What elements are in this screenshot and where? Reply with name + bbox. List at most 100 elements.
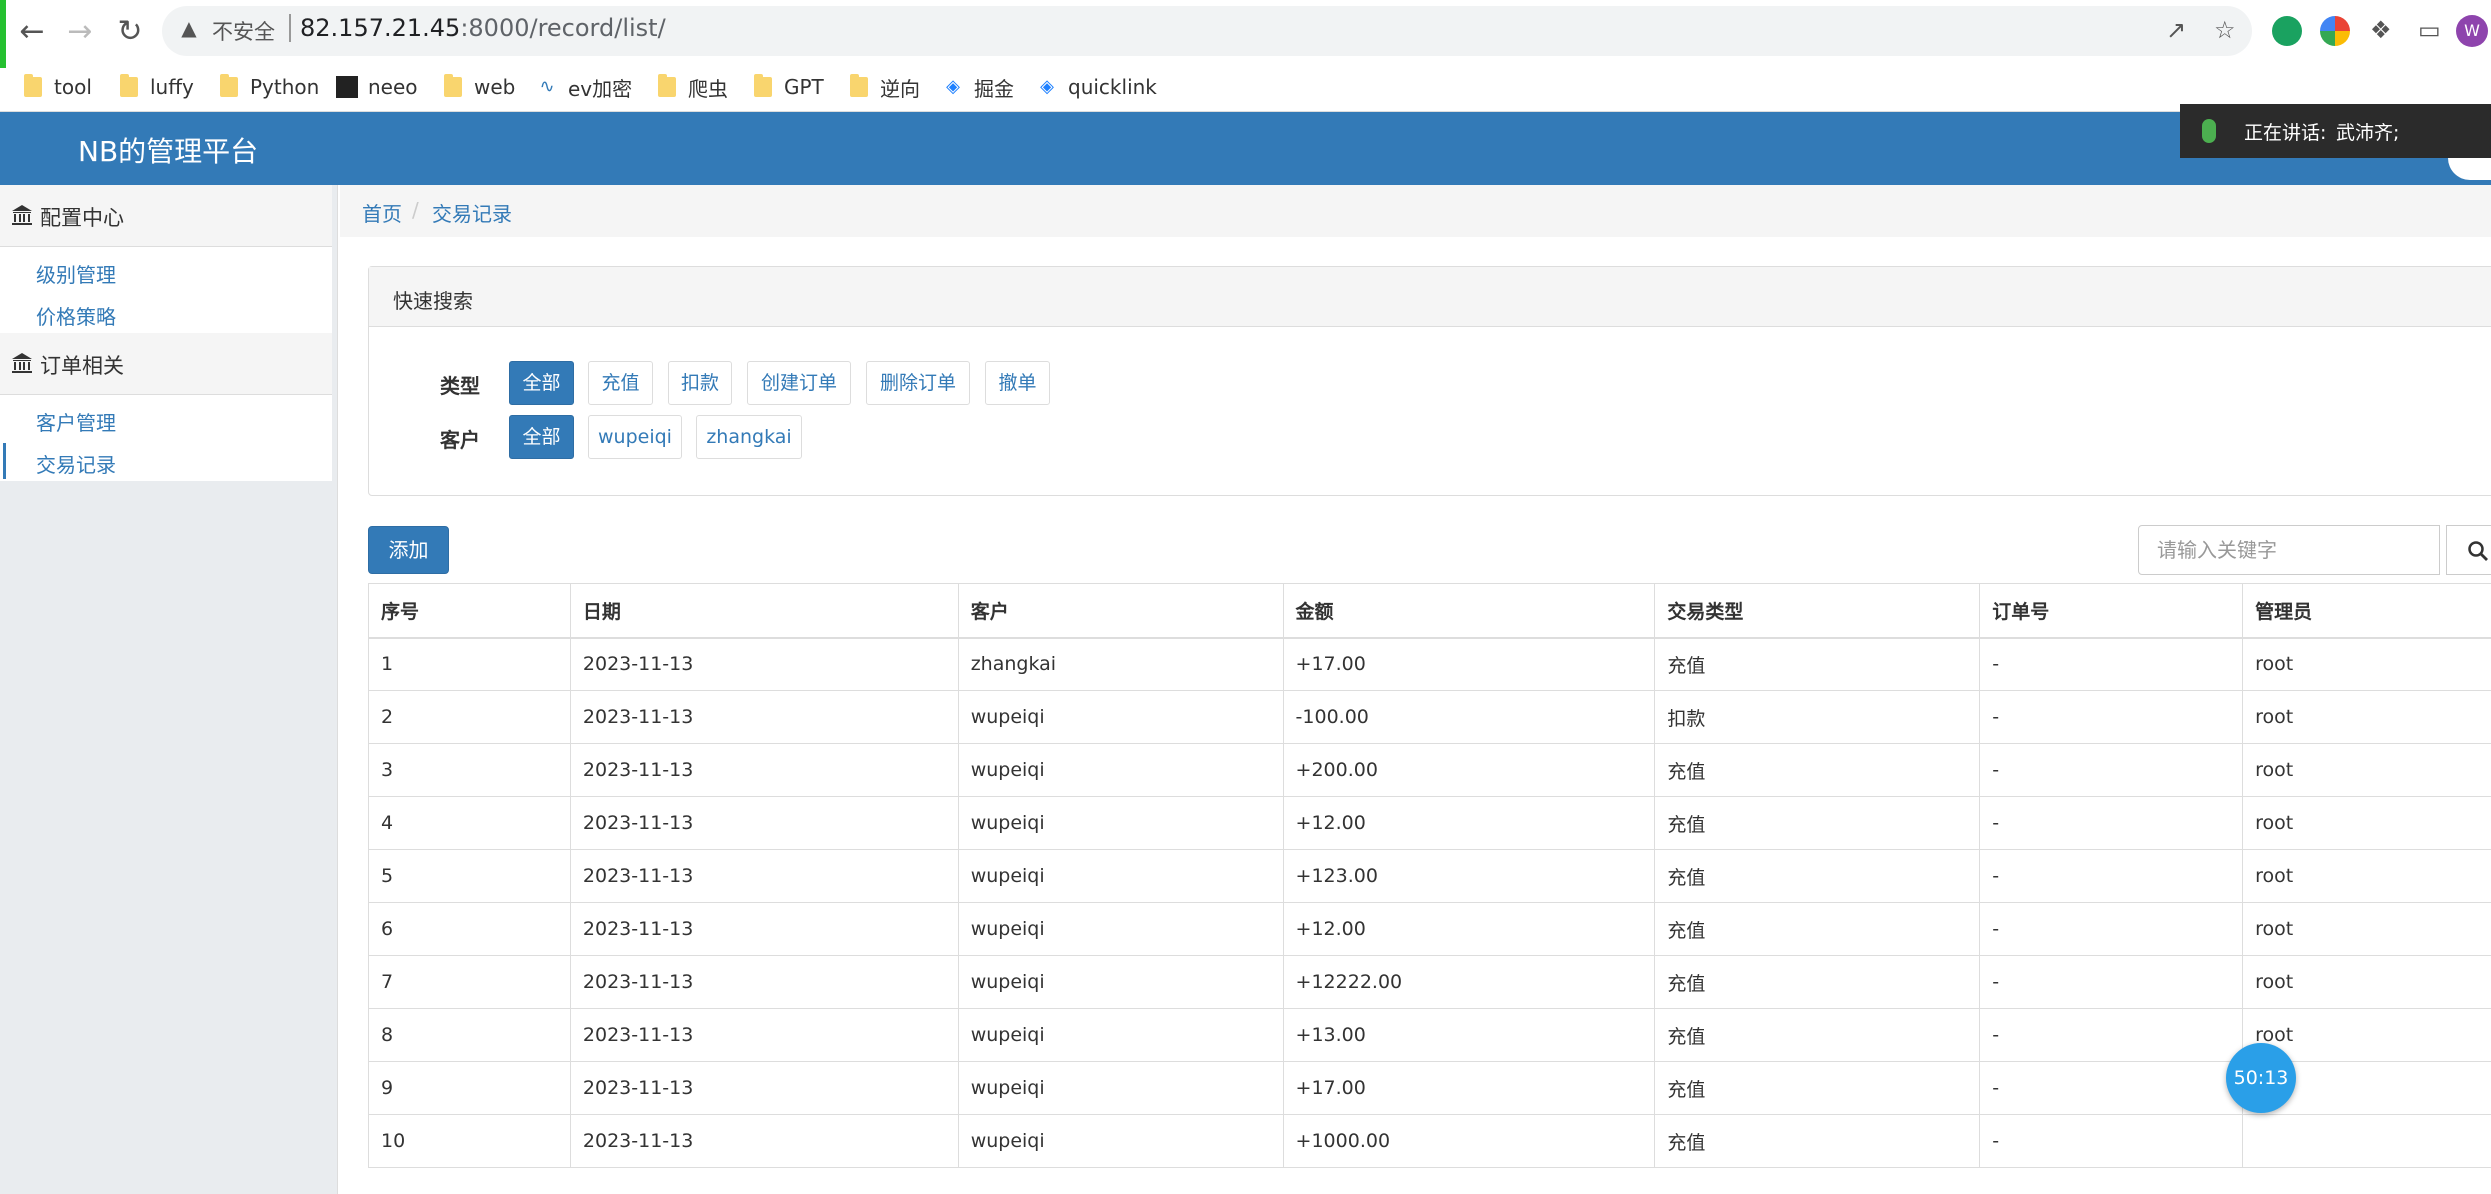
cell-index: 10 [368,1114,571,1168]
bookmark-nixiang[interactable]: 逆向 [850,72,920,102]
cell-type: 充值 [1654,796,1981,850]
cell-index: 5 [368,849,571,903]
cell-index: 2 [368,690,571,744]
type-filter-cancel[interactable]: 撤单 [985,361,1050,405]
url-text[interactable]: 82.157.21.45:8000/record/list/ [300,14,666,42]
cell-admin: root [2242,796,2491,850]
type-filter-deduct[interactable]: 扣款 [668,361,732,405]
window-edge-indicator [0,0,6,68]
sidebar-item-level[interactable]: 级别管理 [36,259,116,288]
bookmark-star-icon[interactable]: ☆ [2214,16,2236,44]
cell-amount: +12.00 [1282,902,1656,956]
folder-icon [120,74,138,97]
url-path: :8000/record/list/ [460,14,666,42]
cell-order-no: - [1979,1008,2244,1062]
cell-date: 2023-11-13 [569,1008,959,1062]
juejin-icon: ◈ [946,76,960,97]
sidebar-item-customers[interactable]: 客户管理 [36,407,116,436]
bookmark-gpt[interactable]: GPT [754,72,824,102]
cell-index: 6 [368,902,571,956]
speaking-label: 正在讲话: [2244,122,2327,144]
type-filter-delete-order[interactable]: 删除订单 [866,361,970,405]
customer-filter-wupeiqi[interactable]: wupeiqi [588,415,682,459]
cell-type: 充值 [1654,1061,1981,1115]
extension-chrome-icon[interactable] [2320,16,2350,46]
search-input[interactable]: 请输入关键字 [2138,525,2440,575]
back-icon[interactable]: ← [14,14,50,50]
cell-type: 充值 [1654,637,1981,691]
neeo-icon [336,76,358,98]
cell-customer: wupeiqi [957,1114,1284,1168]
add-button[interactable]: 添加 [368,526,449,574]
cell-index: 7 [368,955,571,1009]
cell-order-no: - [1979,955,2244,1009]
table-row: 7 2023-11-13 wupeiqi +12222.00 充值 - root [368,955,2491,1009]
cell-index: 1 [368,637,571,691]
type-filter-recharge[interactable]: 充值 [588,361,653,405]
bookmark-label: tool [54,75,92,99]
folder-icon [220,74,238,97]
forward-icon[interactable]: → [62,14,98,50]
column-header-customer: 客户 [957,583,1284,639]
menu-group-orders[interactable]: 订单相关 [0,333,332,395]
transactions-table: 序号 日期 客户 金额 交易类型 订单号 管理员 1 2023-11-13 zhan… [368,583,2491,1168]
cell-amount: +123.00 [1282,849,1656,903]
cell-customer: zhangkai [957,637,1284,691]
cell-amount: +12.00 [1282,796,1656,850]
cell-admin: root [2242,690,2491,744]
table-row: 1 2023-11-13 zhangkai +17.00 充值 - root [368,637,2491,691]
table-row: 10 2023-11-13 wupeiqi +1000.00 充值 - [368,1114,2491,1168]
cell-type: 充值 [1654,849,1981,903]
bookmark-tool[interactable]: tool [24,72,92,102]
type-filter-create-order[interactable]: 创建订单 [747,361,851,405]
column-header-date: 日期 [569,583,959,639]
breadcrumb-current[interactable]: 交易记录 [432,198,512,227]
table-row: 9 2023-11-13 wupeiqi +17.00 充值 - [368,1061,2491,1115]
cell-admin [2242,1114,2491,1168]
app-navbar: NB的管理平台 [0,112,2491,185]
bookmark-luffy[interactable]: luffy [120,72,194,102]
bookmark-python[interactable]: Python [220,72,319,102]
app-brand[interactable]: NB的管理平台 [78,130,258,170]
bookmark-quicklink[interactable]: ◈ quicklink [1036,72,1157,102]
share-icon[interactable]: ↗ [2166,16,2186,44]
breadcrumb-home[interactable]: 首页 [362,198,402,227]
extensions-puzzle-icon[interactable]: ❖ [2370,16,2392,44]
bookmark-pachong[interactable]: 爬虫 [658,72,728,102]
menu-group-config[interactable]: 配置中心 [0,185,332,247]
column-header-order-no: 订单号 [1979,583,2244,639]
speaking-name: 武沛齐; [2336,122,2400,144]
cell-amount: +13.00 [1282,1008,1656,1062]
bookmark-label: 掘金 [974,76,1014,101]
profile-avatar[interactable]: W [2456,15,2488,47]
reload-icon[interactable]: ↻ [112,14,148,50]
bookmark-juejin[interactable]: ◈ 掘金 [942,72,1014,102]
folder-icon [754,74,772,97]
customer-filter-all[interactable]: 全部 [509,415,574,459]
browser-chrome: ← → ↻ ▲ 不安全 82.157.21.45:8000/record/lis… [0,0,2491,112]
bookmark-web[interactable]: web [444,72,515,102]
column-header-type: 交易类型 [1654,583,1981,639]
bookmark-label: GPT [784,75,824,99]
customer-filter-zhangkai[interactable]: zhangkai [696,415,802,459]
bookmark-label: Python [250,75,320,99]
floating-timer[interactable]: 50:13 [2226,1043,2296,1113]
cell-order-no: - [1979,902,2244,956]
bookmark-neeo[interactable]: neeo [336,72,418,102]
bookmark-ev[interactable]: ∿ ev加密 [536,72,632,102]
breadcrumb-separator: / [412,198,419,222]
cell-customer: wupeiqi [957,743,1284,797]
insecure-label[interactable]: 不安全 [212,16,275,46]
search-button[interactable] [2446,525,2491,575]
side-panel-icon[interactable]: ▭ [2418,16,2441,44]
folder-icon [444,74,462,97]
extension-shield-icon[interactable] [2272,16,2302,46]
type-filter-all[interactable]: 全部 [509,361,574,405]
cell-admin: root [2242,743,2491,797]
menu-group-orders-items: 客户管理 交易记录 [0,395,332,481]
bookmark-label: ev加密 [568,76,633,101]
sidebar-item-price-policy[interactable]: 价格策略 [36,301,116,330]
warning-icon[interactable]: ▲ [178,17,200,39]
menu-group-title: 配置中心 [40,206,124,230]
sidebar-item-transactions[interactable]: 交易记录 [36,449,116,478]
